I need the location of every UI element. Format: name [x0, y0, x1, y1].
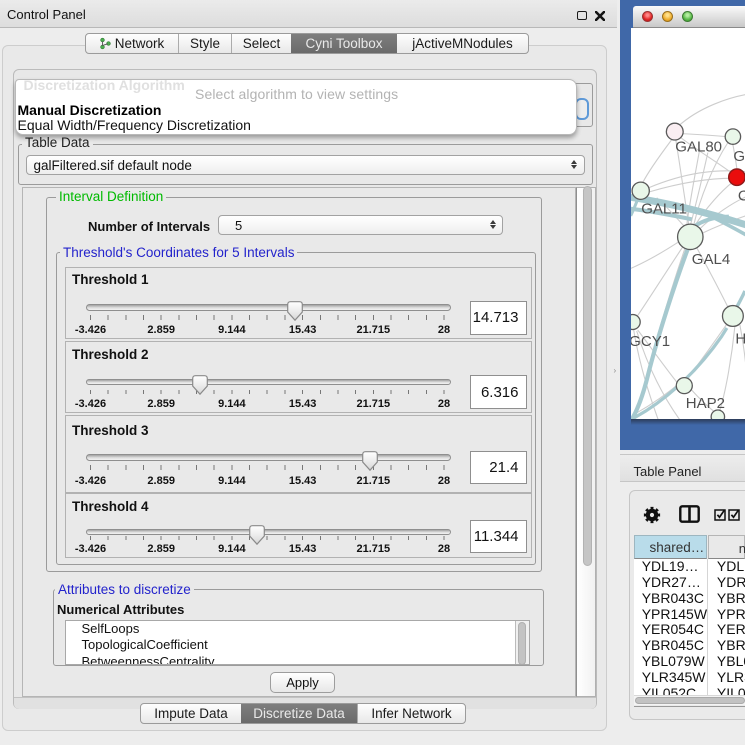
svg-text:GAL11: GAL11: [642, 200, 688, 217]
svg-text:GAL4: GAL4: [692, 250, 730, 267]
svg-text:GAL80: GAL80: [676, 138, 723, 155]
svg-text:GCY1: GCY1: [631, 333, 670, 350]
svg-text:HAP2: HAP2: [686, 395, 725, 412]
svg-text:GA: GA: [734, 148, 745, 165]
svg-text:H: H: [736, 330, 745, 347]
svg-text:C: C: [738, 187, 745, 204]
